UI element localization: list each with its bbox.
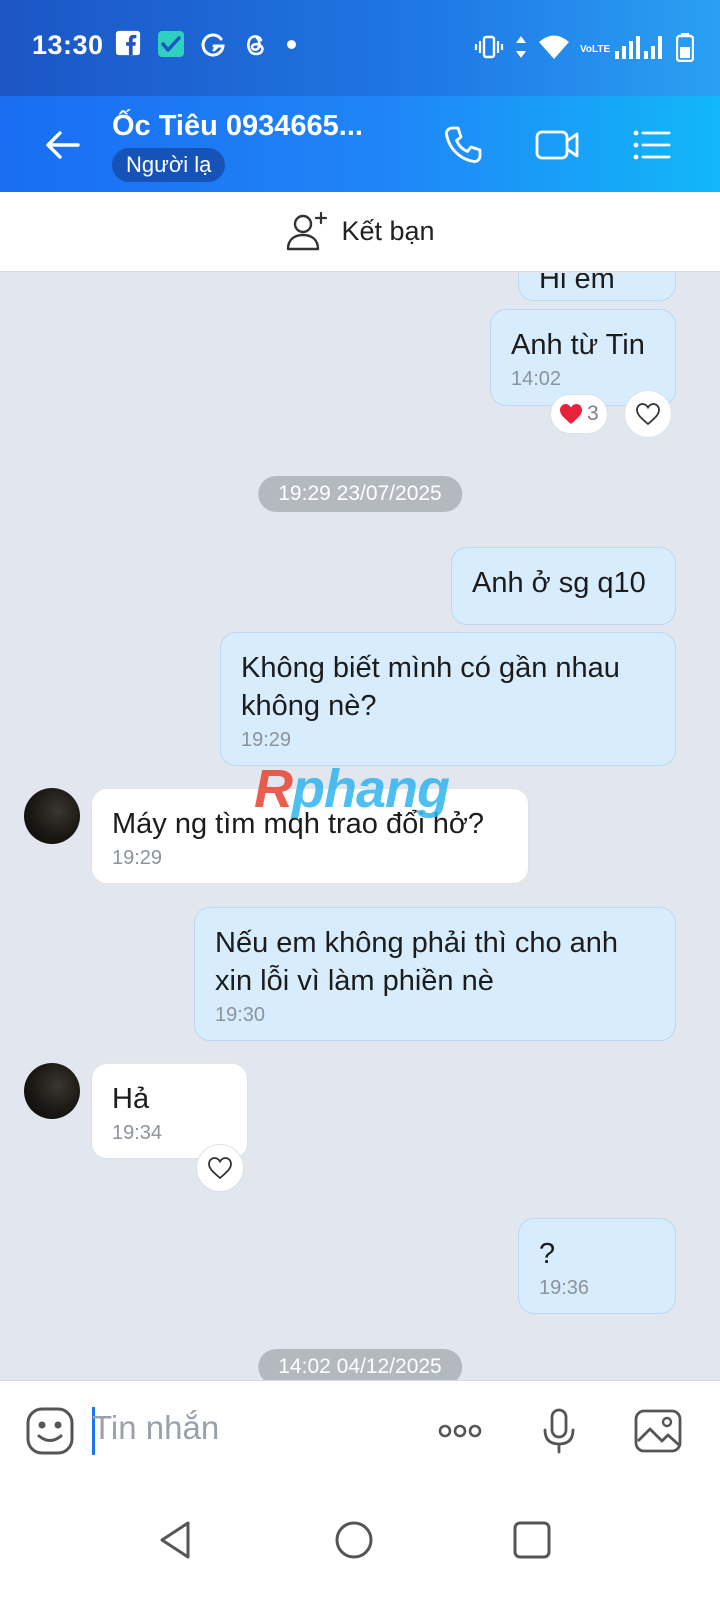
image-picker-button[interactable]	[632, 1405, 684, 1457]
message-text: Anh từ Tin	[511, 329, 645, 361]
message-time: 19:34	[112, 1122, 163, 1144]
chat-options-button[interactable]	[626, 120, 676, 170]
messenger-app-icon	[157, 30, 185, 58]
stranger-badge: Người lạ	[112, 148, 226, 182]
sticker-button[interactable]	[24, 1405, 76, 1457]
back-arrow-icon	[46, 131, 80, 159]
back-triangle-icon	[160, 1521, 190, 1559]
data-arrows-icon	[514, 33, 528, 66]
phone-icon	[445, 126, 482, 163]
add-friend-label: Kết bạn	[341, 216, 435, 246]
message-text: ?	[539, 1238, 556, 1270]
status-bar: 13:30 VoLTE	[0, 0, 720, 96]
facebook-icon	[115, 30, 143, 58]
contact-avatar[interactable]	[24, 1063, 80, 1119]
message-time: 19:30	[215, 1004, 266, 1026]
wifi-icon	[538, 33, 570, 66]
message-text: Không biết mình có gần nhau không nè?	[241, 652, 620, 722]
reaction-summary[interactable]: 3	[550, 394, 608, 434]
message-time: 19:29	[241, 729, 292, 751]
chat-header: Ốc Tiêu 0934665... Người lạ	[0, 96, 720, 192]
message-bubble-outgoing[interactable]: ? 19:36	[518, 1218, 676, 1314]
date-divider: 19:29 23/07/2025	[258, 476, 462, 512]
microphone-icon	[543, 1408, 575, 1454]
signal-icon	[614, 33, 666, 66]
message-text: Hi em	[539, 273, 615, 295]
message-time: 14:02	[511, 368, 562, 390]
message-input[interactable]: Tin nhắn	[92, 1409, 219, 1447]
date-divider: 14:02 04/12/2025	[258, 1349, 462, 1380]
status-time: 13:30	[32, 30, 104, 60]
video-call-button[interactable]	[532, 120, 582, 170]
system-nav-bar	[0, 1480, 720, 1600]
dot-icon	[287, 39, 296, 49]
add-friend-button[interactable]: Kết bạn	[0, 192, 720, 272]
video-camera-icon	[535, 130, 579, 160]
contact-avatar[interactable]	[24, 788, 80, 844]
battery-icon	[675, 32, 695, 67]
watermark-logo: Rphang	[254, 759, 450, 819]
reaction-count: 3	[587, 402, 599, 425]
volte-icon: VoLTE	[580, 44, 610, 55]
message-text: Nếu em không phải thì cho anh xin lỗi vì…	[215, 927, 619, 997]
add-user-icon	[287, 211, 328, 250]
message-bubble-outgoing[interactable]: Anh ở sg q10	[451, 547, 676, 625]
sticker-icon	[26, 1407, 74, 1455]
message-input-bar: Tin nhắn	[0, 1380, 720, 1480]
image-icon	[634, 1409, 682, 1453]
notification-icons	[115, 30, 296, 58]
message-text: Hả	[112, 1083, 150, 1115]
list-menu-icon	[633, 130, 671, 160]
react-button[interactable]	[624, 390, 672, 438]
heart-outline-icon	[636, 403, 660, 426]
heart-outline-icon	[208, 1157, 232, 1180]
nav-home-button[interactable]	[332, 1518, 376, 1562]
red-heart-icon	[560, 404, 582, 424]
volte-label: VoLTE	[580, 43, 611, 55]
grammarly-icon	[199, 30, 227, 58]
message-bubble-outgoing[interactable]: Hi em	[518, 273, 676, 301]
vibrate-icon	[474, 33, 504, 66]
message-time: 19:29	[112, 847, 163, 869]
nav-recents-button[interactable]	[510, 1518, 554, 1562]
message-bubble-outgoing[interactable]: Nếu em không phải thì cho anh xin lỗi vì…	[194, 907, 676, 1041]
more-button[interactable]	[434, 1405, 486, 1457]
home-circle-icon	[335, 1521, 373, 1559]
threads-icon	[241, 30, 269, 58]
message-time: 19:36	[539, 1277, 590, 1299]
message-text: Anh ở sg q10	[472, 567, 646, 599]
system-status-icons: VoLTE	[474, 32, 695, 67]
nav-back-button[interactable]	[154, 1518, 198, 1562]
voice-record-button[interactable]	[533, 1405, 585, 1457]
more-icon	[438, 1424, 482, 1438]
back-button[interactable]	[40, 122, 86, 168]
message-bubble-outgoing[interactable]: Không biết mình có gần nhau không nè? 19…	[220, 632, 676, 766]
message-list[interactable]: Hi em Anh từ Tin 14:02 3 19:29 23/07/202…	[0, 273, 720, 1380]
voice-call-button[interactable]	[438, 120, 488, 170]
contact-name[interactable]: Ốc Tiêu 0934665...	[112, 110, 363, 143]
recents-square-icon	[513, 1521, 551, 1559]
react-button[interactable]	[196, 1144, 244, 1192]
